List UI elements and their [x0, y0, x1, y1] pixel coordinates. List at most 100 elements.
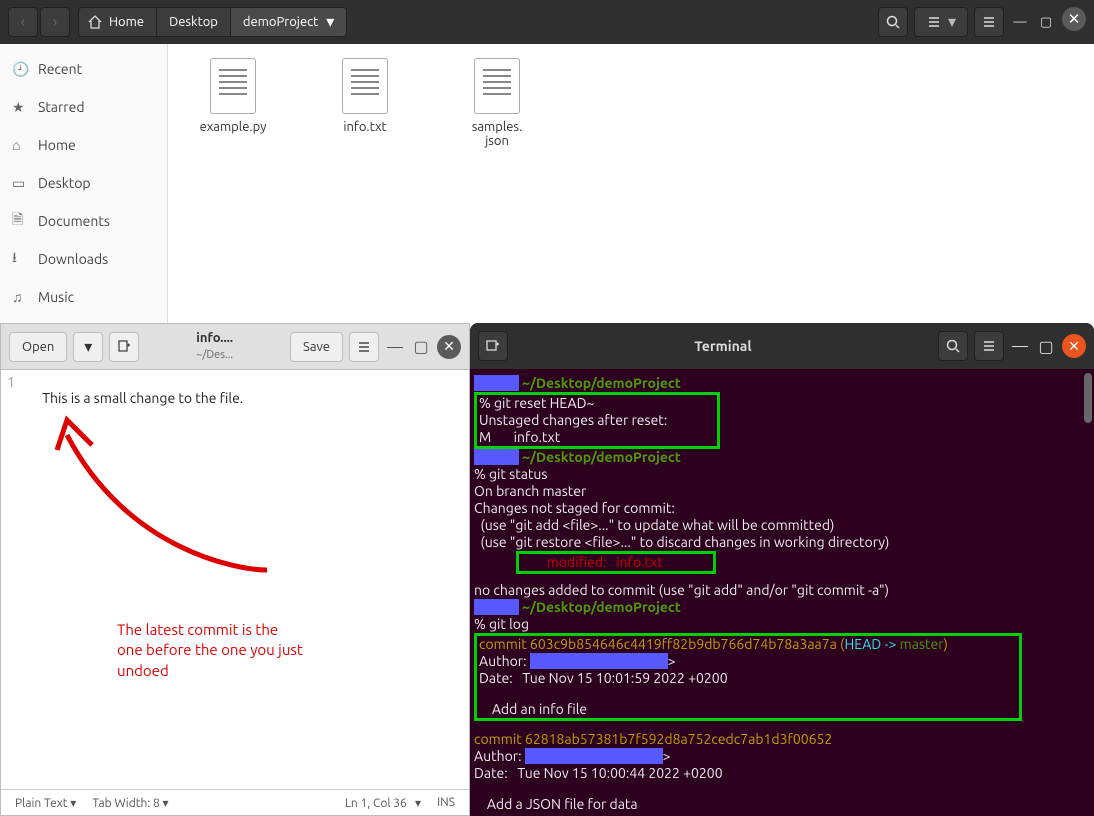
close-button[interactable]: ✕ [1062, 334, 1086, 358]
open-button[interactable]: Open [9, 332, 67, 362]
clock-icon: 🕘 [12, 61, 28, 78]
document-title: info....~/Des... [145, 331, 284, 362]
path-label: Home [109, 15, 144, 29]
path-segment-home[interactable]: Home [78, 7, 157, 37]
file-item[interactable]: info.txt [320, 58, 410, 134]
highlight-box: commit 603c9b854646c4419ff82b9db766d74b7… [474, 633, 1022, 721]
nav-back-button[interactable]: ‹ [8, 7, 38, 37]
new-tab-button[interactable] [109, 332, 139, 362]
hamburger-button[interactable] [349, 332, 379, 362]
sidebar-item-label: Starred [38, 99, 85, 115]
chevron-right-icon: › [53, 14, 58, 30]
download-icon: ⭳ [12, 247, 28, 271]
close-button[interactable]: ✕ [437, 335, 461, 359]
search-icon [885, 14, 901, 30]
path-label: demoProject [243, 15, 318, 29]
save-button[interactable]: Save [290, 332, 343, 362]
text-file-icon [474, 58, 520, 114]
menu-icon [981, 14, 997, 30]
path-label: Desktop [169, 15, 218, 29]
path-segment-desktop[interactable]: Desktop [157, 7, 231, 37]
search-button[interactable] [938, 331, 968, 361]
maximize-button[interactable]: ▢ [1036, 7, 1056, 37]
status-tabwidth[interactable]: Tab Width: 8 ▾ [92, 796, 168, 810]
file-name: example.py [200, 120, 267, 134]
hamburger-button[interactable] [974, 331, 1004, 361]
sidebar-item-label: Music [38, 289, 74, 305]
sidebar-item-label: Desktop [38, 175, 91, 191]
minimize-button[interactable]: — [1010, 7, 1030, 37]
file-grid: example.py info.txt samples. json [168, 44, 1094, 323]
file-icon: 🗎 [12, 209, 28, 233]
sidebar-item-recent[interactable]: 🕘 Recent [0, 50, 167, 88]
annotation-text: The latest commit is the one before the … [117, 620, 303, 681]
scrollbar-thumb[interactable] [1084, 373, 1092, 423]
desktop-icon: ▭ [12, 175, 28, 192]
status-language[interactable]: Plain Text ▾ [15, 796, 76, 810]
maximize-button[interactable]: ▢ [411, 337, 431, 356]
sidebar-item-label: Documents [38, 213, 110, 229]
home-icon: ⌂ [12, 137, 28, 153]
maximize-button[interactable]: ▢ [1036, 337, 1056, 356]
list-icon [926, 14, 942, 30]
minimize-button[interactable]: — [385, 338, 405, 356]
sidebar-item-home[interactable]: ⌂ Home [0, 126, 167, 164]
text-file-icon [210, 58, 256, 114]
star-icon: ★ [12, 99, 28, 116]
file-name: samples. json [472, 120, 523, 148]
editor-body[interactable]: 1 This is a small change to the file. Th… [1, 370, 469, 789]
sidebar-item-music[interactable]: ♫ Music [0, 278, 167, 316]
sidebar-item-starred[interactable]: ★ Starred [0, 88, 167, 126]
sidebar-item-label: Recent [38, 61, 82, 77]
music-icon: ♫ [12, 289, 28, 305]
text-file-icon [342, 58, 388, 114]
terminal-title: Terminal [514, 338, 932, 354]
close-button[interactable]: ✕ [1062, 7, 1086, 31]
terminal-window: Terminal — ▢ ✕ ~/Desktop/demoProject % g… [470, 323, 1094, 816]
close-icon: ✕ [1068, 10, 1081, 28]
sidebar-item-documents[interactable]: 🗎 Documents [0, 202, 167, 240]
sidebar-item-label: Home [38, 137, 76, 153]
sidebar-item-downloads[interactable]: ⭳ Downloads [0, 240, 167, 278]
sidebar: 🕘 Recent ★ Starred ⌂ Home ▭ Desktop 🗎 Documen… [0, 44, 168, 323]
chevron-left-icon: ‹ [21, 14, 26, 30]
sidebar-item-desktop[interactable]: ▭ Desktop [0, 164, 167, 202]
minimize-button[interactable]: — [1010, 337, 1030, 355]
status-insert-mode[interactable]: INS [437, 796, 455, 809]
text-editor-window: Open ▾ info....~/Des... Save — ▢ ✕ 1 Thi… [0, 323, 470, 816]
terminal-header: Terminal — ▢ ✕ [470, 323, 1094, 369]
terminal-output[interactable]: ~/Desktop/demoProject % git reset HEAD~ … [470, 369, 1094, 816]
file-name: info.txt [343, 120, 386, 134]
home-icon [87, 14, 103, 30]
search-button[interactable] [878, 7, 908, 37]
text-editor-header: Open ▾ info....~/Des... Save — ▢ ✕ [1, 324, 469, 370]
file-item[interactable]: samples. json [452, 58, 542, 148]
close-icon: ✕ [443, 338, 455, 355]
chevron-down-icon: ▾ [948, 14, 956, 30]
highlight-box: modified: info.txt [516, 551, 716, 574]
hamburger-button[interactable] [974, 7, 1004, 37]
view-mode-button[interactable]: ▾ [914, 7, 968, 37]
file-item[interactable]: example.py [188, 58, 278, 134]
menu-icon [356, 339, 372, 355]
chevron-down-icon: ▾ [326, 14, 334, 30]
path-bar: Home Desktop demoProject ▾ [78, 7, 347, 37]
button-label: Save [303, 340, 330, 354]
button-label: Open [22, 340, 54, 354]
highlight-box: % git reset HEAD~ Unstaged changes after… [474, 392, 720, 449]
menu-icon [981, 338, 997, 354]
nav-forward-button[interactable]: › [40, 7, 70, 37]
scrollbar[interactable] [1082, 369, 1094, 816]
path-segment-project[interactable]: demoProject ▾ [231, 7, 347, 37]
sidebar-item-label: Downloads [38, 251, 108, 267]
editor-text[interactable]: This is a small change to the file. The … [17, 370, 469, 789]
new-tab-icon [485, 338, 501, 354]
chevron-down-icon: ▾ [84, 339, 92, 355]
status-position[interactable]: Ln 1, Col 36 ▾ [345, 796, 421, 810]
file-manager-window: ‹ › Home Desktop demoProject ▾ ▾ [0, 0, 1094, 323]
new-tab-button[interactable] [478, 331, 508, 361]
new-document-icon [116, 339, 132, 355]
file-manager-header: ‹ › Home Desktop demoProject ▾ ▾ [0, 0, 1094, 44]
open-dropdown-button[interactable]: ▾ [73, 332, 103, 362]
search-icon [945, 338, 961, 354]
